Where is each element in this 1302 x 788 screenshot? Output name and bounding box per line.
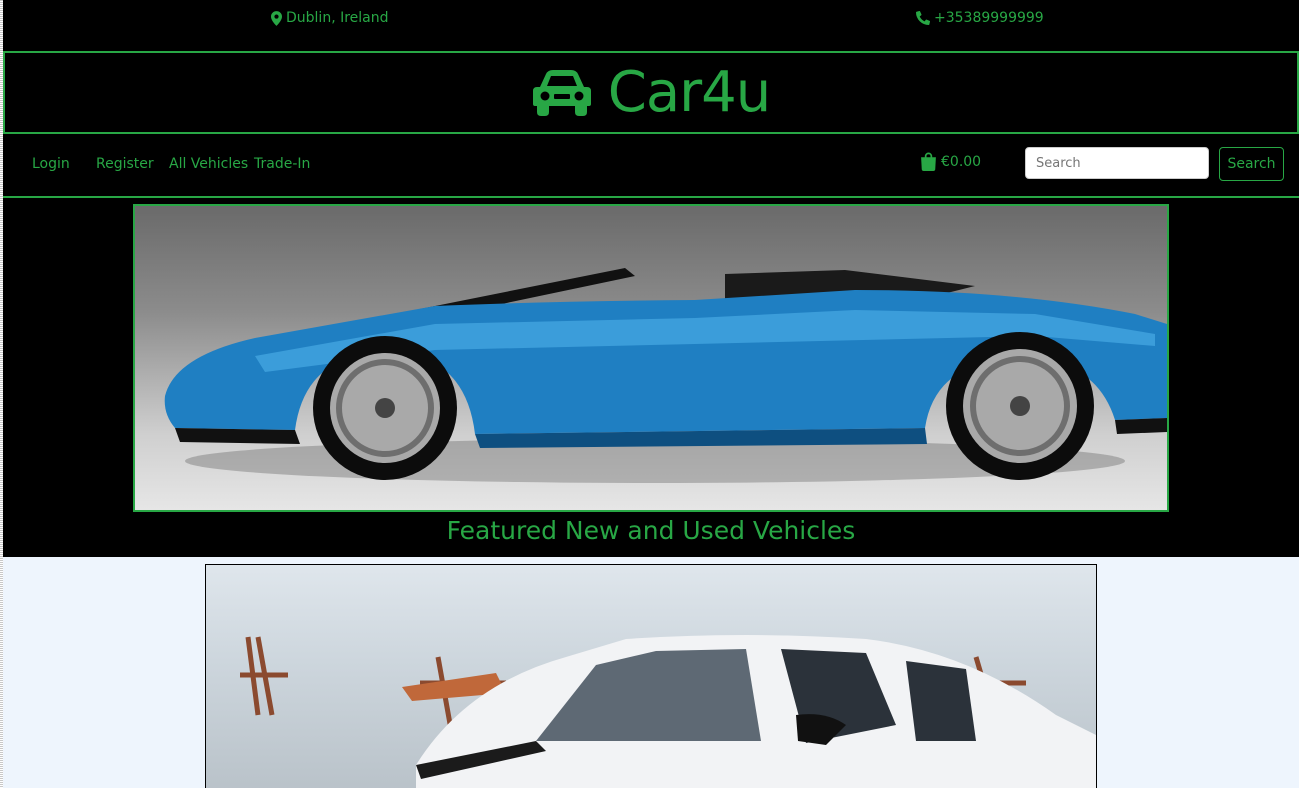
hero-car-image	[133, 204, 1169, 512]
cart-link[interactable]: €0.00	[920, 152, 981, 171]
featured-vehicle-image[interactable]	[205, 564, 1097, 788]
featured-vehicles-section	[3, 557, 1299, 788]
phone-text: +35389999999	[934, 10, 1044, 26]
nav-all-vehicles-link[interactable]: All Vehicles	[169, 156, 248, 172]
featured-heading: Featured New and Used Vehicles	[446, 516, 856, 545]
nav-register-link[interactable]: Register	[96, 156, 154, 172]
white-hatchback-illustration	[240, 635, 1096, 788]
top-bar: Dublin, Ireland +35389999999	[3, 0, 1299, 38]
brand-name: Car4u	[607, 59, 772, 125]
search-button[interactable]: Search	[1219, 147, 1284, 181]
nav-login-link[interactable]: Login	[32, 156, 70, 172]
cart-total: €0.00	[941, 153, 982, 170]
brand-header[interactable]: Car4u	[3, 51, 1299, 134]
main-navbar: Login Register All Vehicles Trade-In €0.…	[3, 132, 1299, 198]
phone-info: +35389999999	[916, 10, 1044, 26]
search-input[interactable]	[1025, 147, 1209, 179]
blue-sports-car-illustration	[164, 268, 1167, 483]
nav-trade-in-link[interactable]: Trade-In	[254, 156, 310, 172]
location-info: Dublin, Ireland	[271, 10, 389, 26]
location-text: Dublin, Ireland	[286, 10, 389, 26]
phone-icon	[916, 11, 930, 25]
map-marker-icon	[271, 10, 282, 26]
page: Dublin, Ireland +35389999999 Car4u Login…	[3, 0, 1299, 788]
shopping-bag-icon	[921, 152, 936, 171]
car-icon	[532, 69, 591, 116]
